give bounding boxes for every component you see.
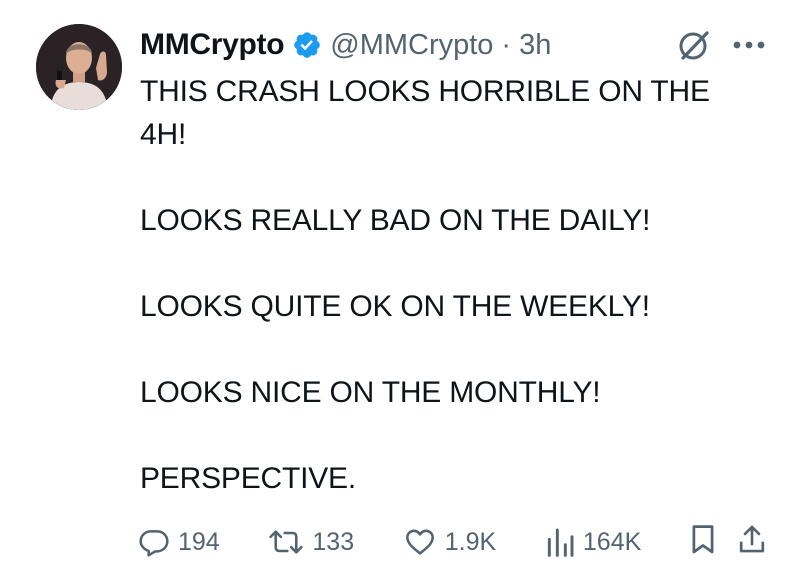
views-button[interactable]: 164K — [545, 526, 641, 558]
repost-icon — [268, 526, 304, 558]
verified-badge-icon[interactable] — [292, 30, 322, 60]
header-icons — [674, 26, 766, 64]
view-count: 164K — [582, 527, 642, 556]
reply-button[interactable]: 194 — [138, 526, 220, 558]
tweet-timestamp[interactable]: 3h — [519, 29, 551, 62]
action-bar: 194 133 1.9K 164K — [138, 522, 766, 562]
share-icon[interactable] — [738, 523, 766, 562]
more-icon[interactable] — [732, 40, 766, 50]
tweet-text: THIS CRASH LOOKS HORRIBLE ON THE 4H! LOO… — [140, 70, 760, 500]
repost-count: 133 — [312, 527, 355, 556]
tweet-line: LOOKS QUITE OK ON THE WEEKLY! — [140, 290, 650, 323]
separator-dot: · — [501, 28, 512, 61]
reply-count: 194 — [178, 527, 220, 556]
end-actions — [690, 523, 766, 562]
views-icon — [545, 526, 575, 558]
tweet-line: LOOKS NICE ON THE MONTHLY! — [140, 376, 601, 409]
like-button[interactable]: 1.9K — [403, 526, 496, 558]
bookmark-icon[interactable] — [690, 523, 716, 562]
heart-icon — [403, 526, 437, 558]
repost-button[interactable]: 133 — [268, 526, 354, 558]
tweet-line: PERSPECTIVE. — [140, 462, 356, 495]
tweet[interactable]: MMCrypto @MMCrypto · 3h THIS CRASH LOOKS… — [0, 0, 800, 560]
reply-icon — [138, 526, 170, 558]
tweet-line: LOOKS REALLY BAD ON THE DAILY! — [140, 204, 651, 237]
author-name[interactable]: MMCrypto — [140, 28, 285, 62]
tweet-line: THIS CRASH LOOKS HORRIBLE ON THE — [140, 75, 710, 108]
tweet-line: 4H! — [140, 118, 187, 151]
grok-icon[interactable] — [674, 25, 714, 65]
like-count: 1.9K — [444, 527, 497, 556]
author-handle[interactable]: @MMCrypto — [330, 29, 493, 62]
avatar[interactable] — [36, 24, 122, 110]
tweet-header: MMCrypto @MMCrypto · 3h — [140, 26, 551, 64]
